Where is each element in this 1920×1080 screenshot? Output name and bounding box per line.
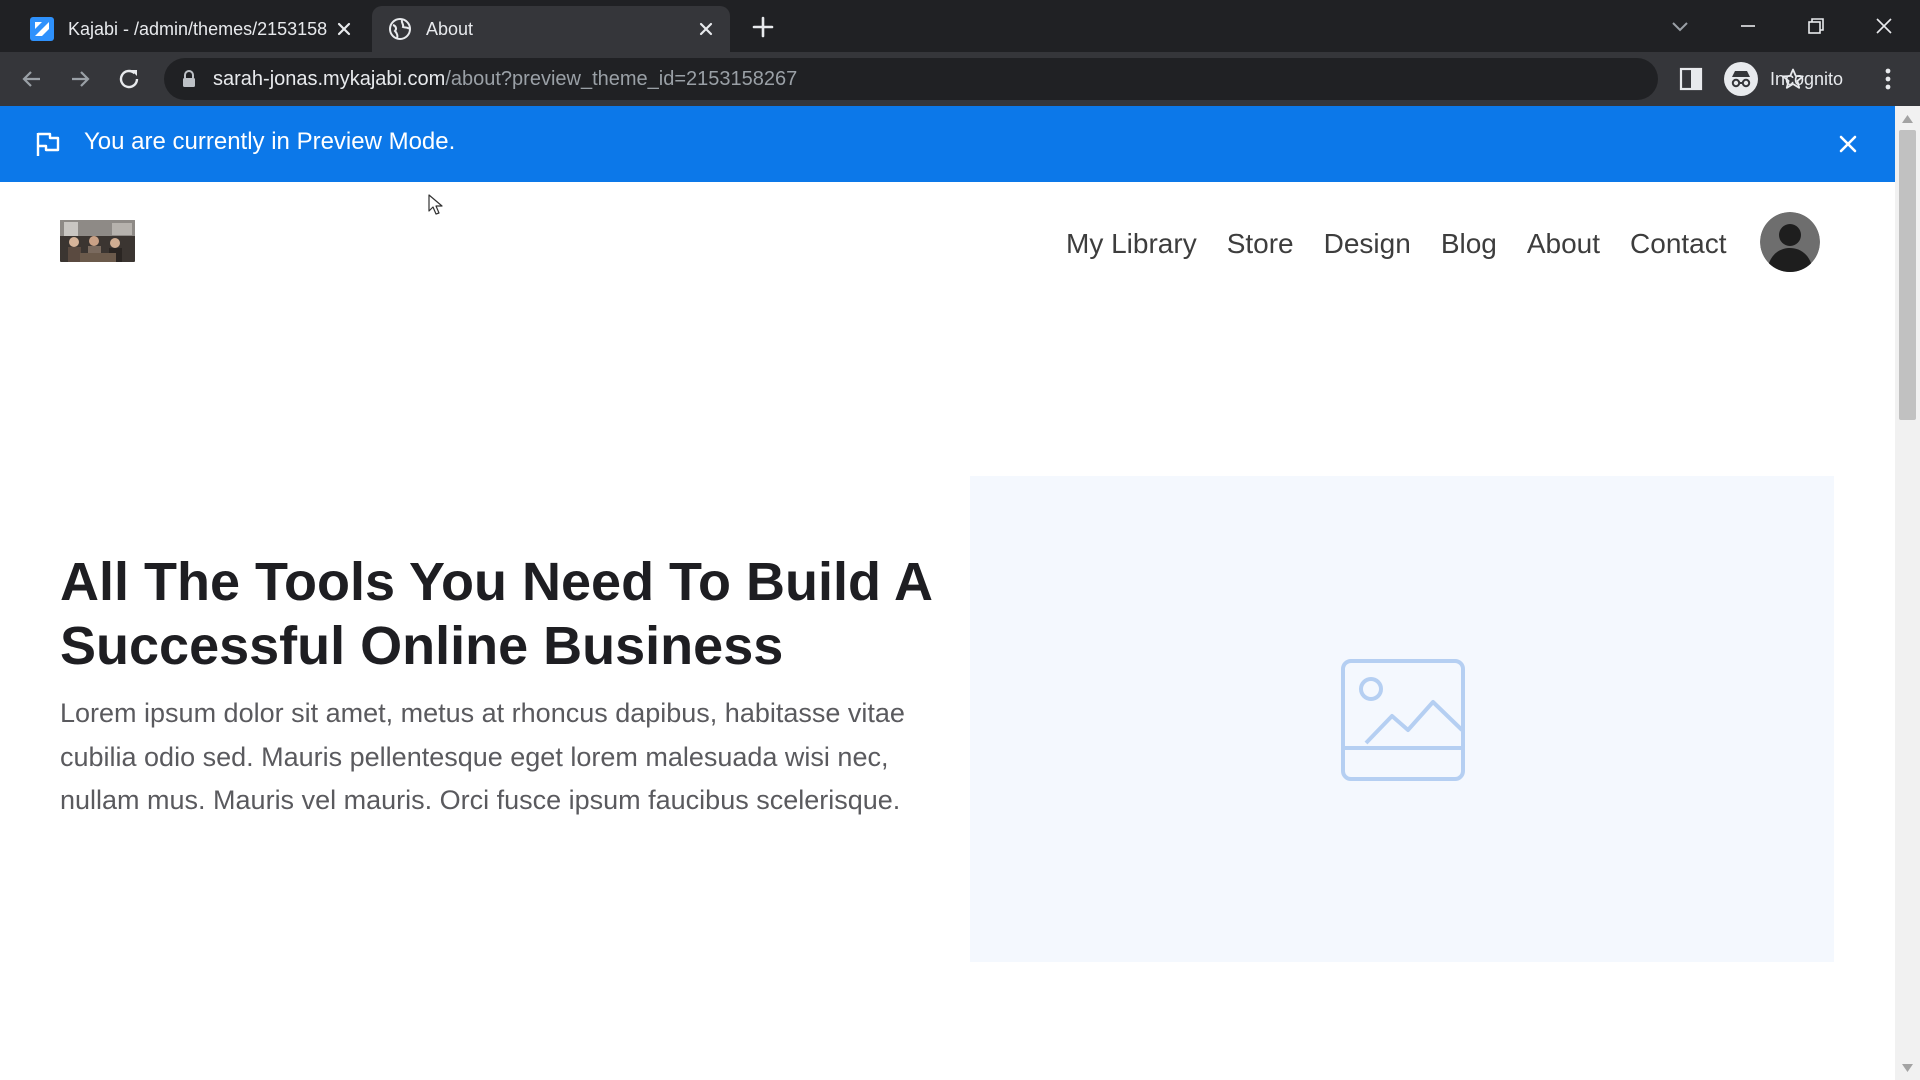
page-viewport: You are currently in Preview Mode. My Li… xyxy=(0,106,1895,1080)
hero-title: All The Tools You Need To Build A Succes… xyxy=(60,552,931,676)
nav-link-store[interactable]: Store xyxy=(1227,224,1294,264)
url-path: /about?preview_theme_id=2153158267 xyxy=(445,68,798,90)
browser-toolbar: sarah-jonas.mykajabi.com/about?preview_t… xyxy=(0,52,1920,106)
address-bar[interactable]: sarah-jonas.mykajabi.com/about?preview_t… xyxy=(164,58,1804,100)
forward-arrow-icon[interactable] xyxy=(66,65,94,93)
page-scrollbar[interactable] xyxy=(1895,106,1920,1080)
lock-icon[interactable] xyxy=(180,69,198,89)
tab-title: Kajabi - /admin/themes/2153158 xyxy=(68,18,328,39)
side-panel-icon[interactable] xyxy=(1678,66,1704,92)
tab-about[interactable]: About xyxy=(372,6,730,52)
profile-label: Incognito xyxy=(1770,68,1844,89)
more-menu-icon[interactable] xyxy=(1876,65,1900,93)
image-icon xyxy=(1341,659,1465,781)
url-host: sarah-jonas.mykajabi.com xyxy=(213,68,446,90)
tab-search-chevron-icon[interactable] xyxy=(1662,8,1698,44)
nav-link-blog[interactable]: Blog xyxy=(1441,224,1497,264)
nav-link-my-library[interactable]: My Library xyxy=(1066,224,1197,264)
back-arrow-icon[interactable] xyxy=(18,65,46,93)
restore-icon[interactable] xyxy=(1798,8,1834,44)
nav-link-contact[interactable]: Contact xyxy=(1630,224,1727,264)
tab-kajabi-admin[interactable]: Kajabi - /admin/themes/2153158 xyxy=(14,6,368,52)
new-tab-icon[interactable] xyxy=(748,12,778,42)
site-logo[interactable] xyxy=(60,220,135,262)
user-avatar[interactable] xyxy=(1760,212,1820,272)
hero-body-text: Lorem ipsum dolor sit amet, metus at rho… xyxy=(60,698,905,815)
close-window-icon[interactable] xyxy=(1866,8,1902,44)
logo-photo-icon xyxy=(60,220,135,262)
user-avatar-icon xyxy=(1760,212,1820,272)
nav-link-about[interactable]: About xyxy=(1527,224,1600,264)
scroll-down-arrow-icon[interactable] xyxy=(1902,1064,1913,1073)
incognito-profile-button[interactable]: Incognito xyxy=(1716,59,1868,99)
minimize-icon[interactable] xyxy=(1730,8,1766,44)
url-text: sarah-jonas.mykajabi.com/about?preview_t… xyxy=(213,68,797,91)
preview-mode-banner: You are currently in Preview Mode. xyxy=(0,106,1895,182)
scroll-up-arrow-icon[interactable] xyxy=(1902,114,1913,123)
flag-icon xyxy=(36,132,60,156)
globe-icon xyxy=(389,18,411,40)
preview-mode-message: You are currently in Preview Mode. xyxy=(84,128,456,155)
browser-tabstrip: Kajabi - /admin/themes/2153158 About xyxy=(0,0,1920,52)
nav-link-design[interactable]: Design xyxy=(1324,224,1411,264)
kajabi-icon xyxy=(30,17,54,41)
mouse-cursor-icon xyxy=(428,194,443,215)
site-navigation: My Library Store Design Blog About Conta… xyxy=(1066,224,1727,264)
scrollbar-thumb[interactable] xyxy=(1899,130,1916,420)
close-tab-icon[interactable] xyxy=(694,17,718,41)
hero-image-placeholder xyxy=(970,476,1834,962)
close-tab-icon[interactable] xyxy=(332,17,356,41)
incognito-icon xyxy=(1724,62,1758,96)
tab-title: About xyxy=(426,18,474,39)
close-banner-icon[interactable] xyxy=(1834,130,1862,158)
reload-icon[interactable] xyxy=(115,65,143,93)
